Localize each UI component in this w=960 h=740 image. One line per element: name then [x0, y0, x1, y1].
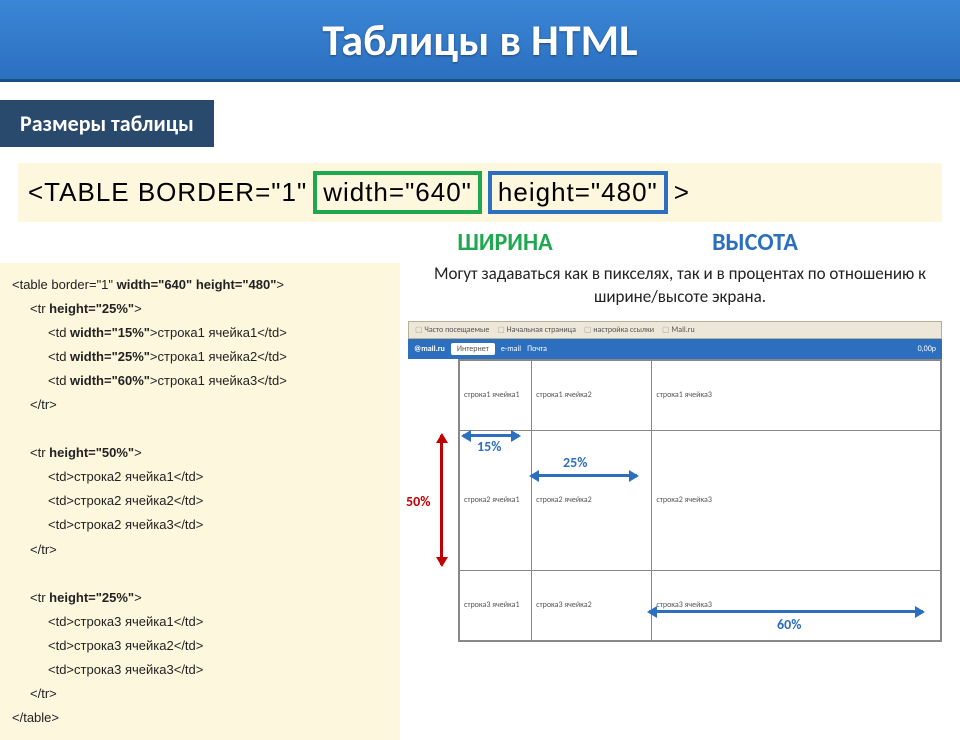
code-line: <tr height="25%">	[12, 297, 392, 321]
arrow-col-15	[463, 434, 519, 437]
code-line: </table>	[12, 706, 392, 730]
demo-cell: строка3 ячейка1	[460, 570, 532, 640]
code-line: <td width="15%">строка1 ячейка1</td>	[12, 321, 392, 345]
code-line: </tr>	[12, 393, 392, 417]
code-line: </tr>	[12, 538, 392, 562]
title-bar: Таблицы в HTML	[0, 0, 960, 82]
code-line: <td>строка3 ячейка1</td>	[12, 610, 392, 634]
browser-preview: Часто посещаемые Начальная страница настро…	[400, 317, 960, 740]
section-subhead: Размеры таблицы	[0, 100, 214, 147]
code-line: <td>строка2 ячейка2</td>	[12, 489, 392, 513]
mail-logo: @mail.ru	[414, 344, 445, 354]
demo-cell: строка1 ячейка3	[652, 360, 941, 430]
attribute-code-line: <TABLE BORDER="1" width="640" height="48…	[18, 163, 942, 222]
demo-cell: строка2 ячейка2	[532, 430, 652, 570]
pct-15: 15%	[477, 438, 501, 455]
demo-table-wrap: строка1 ячейка1строка1 ячейка2строка1 яч…	[458, 359, 942, 642]
mail-item: Интернет	[451, 343, 495, 355]
bookmark-item: Часто посещаемые	[415, 325, 489, 335]
code-line: <td>строка3 ячейка2</td>	[12, 634, 392, 658]
height-attr-box: height="480"	[488, 171, 668, 214]
mail-item: e-mail	[501, 344, 521, 354]
mail-toolbar: @mail.ru Интернет e-mail Почта 0,00р	[408, 339, 942, 359]
pct-50: 50%	[406, 493, 430, 510]
pct-60: 60%	[777, 616, 801, 633]
code-line: <table border="1" width="640" height="48…	[12, 273, 392, 297]
code-line: <td>строка2 ячейка1</td>	[12, 465, 392, 489]
bookmarks-bar: Часто посещаемые Начальная страница настро…	[408, 321, 942, 339]
pct-25: 25%	[563, 454, 587, 471]
code-line: <td width="25%">строка1 ячейка2</td>	[12, 345, 392, 369]
arrow-col-60	[649, 610, 923, 613]
description-text: Могут задаваться как в пикселях, так и в…	[400, 263, 960, 317]
code-line	[12, 417, 392, 441]
demo-table: строка1 ячейка1строка1 ячейка2строка1 яч…	[459, 360, 941, 641]
label-height: ВЫСОТА	[630, 228, 880, 257]
slide-title: Таблицы в HTML	[322, 13, 637, 67]
mail-balance: 0,00р	[918, 344, 936, 354]
label-width: ШИРИНА	[380, 228, 630, 257]
code-line: <td width="60%">строка1 ячейка3</td>	[12, 369, 392, 393]
mail-item: Почта	[527, 344, 547, 354]
demo-cell: строка1 ячейка2	[532, 360, 652, 430]
bookmark-item: настройка ссылки	[584, 325, 654, 335]
tag-prefix: <TABLE BORDER="1"	[28, 177, 307, 208]
code-line	[12, 562, 392, 586]
code-line: <tr height="50%">	[12, 441, 392, 465]
width-attr-box: width="640"	[313, 171, 482, 214]
demo-cell: строка2 ячейка3	[652, 430, 941, 570]
bookmark-item: Mail.ru	[662, 325, 695, 335]
arrow-col-25	[531, 474, 637, 477]
arrow-row-50	[440, 435, 443, 565]
code-line: <td>строка3 ячейка3</td>	[12, 658, 392, 682]
code-line: <td>строка2 ячейка3</td>	[12, 513, 392, 537]
demo-cell: строка1 ячейка1	[460, 360, 532, 430]
width-height-labels: ШИРИНА ВЫСОТА	[0, 228, 942, 257]
tag-suffix: >	[674, 177, 690, 208]
code-line: </tr>	[12, 682, 392, 706]
code-line: <tr height="25%">	[12, 586, 392, 610]
code-listing: <table border="1" width="640" height="48…	[0, 263, 400, 740]
demo-cell: строка3 ячейка2	[532, 570, 652, 640]
bookmark-item: Начальная страница	[497, 325, 576, 335]
